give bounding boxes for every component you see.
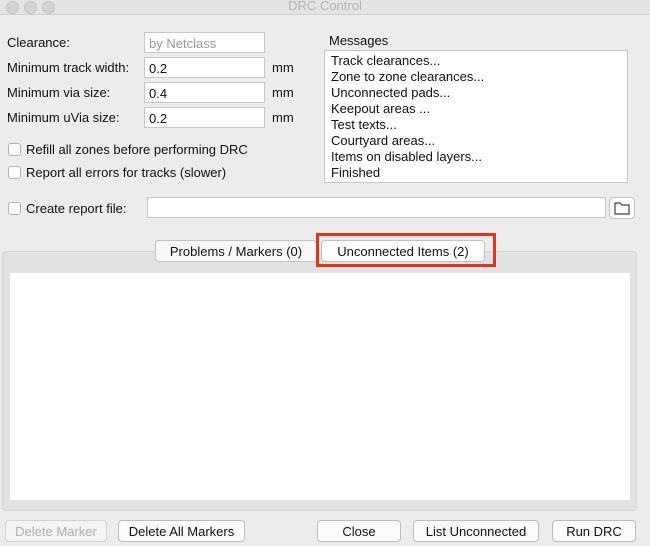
message-line: Unconnected pads... <box>331 85 451 100</box>
message-line: Zone to zone clearances... <box>331 69 485 84</box>
min-uvia-size-label: Minimum uVia size: <box>7 110 120 125</box>
min-track-width-label: Minimum track width: <box>7 60 130 75</box>
refill-zones-checkbox[interactable] <box>8 143 21 156</box>
window-title: DRC Control <box>288 0 362 13</box>
list-unconnected-button[interactable]: List Unconnected <box>413 520 539 542</box>
tab-problems-markers[interactable]: Problems / Markers (0) <box>155 240 317 262</box>
min-via-size-unit: mm <box>272 85 294 100</box>
message-line: Courtyard areas... <box>331 133 436 148</box>
refill-zones-label[interactable]: Refill all zones before performing DRC <box>26 142 248 157</box>
report-all-errors-label[interactable]: Report all errors for tracks (slower) <box>26 165 226 180</box>
clearance-field: by Netclass <box>144 32 265 53</box>
min-uvia-size-unit: mm <box>272 110 294 125</box>
messages-label: Messages <box>329 33 389 48</box>
title-bar: DRC Control <box>0 0 650 15</box>
min-uvia-size-input[interactable]: 0.2 <box>144 107 265 128</box>
browse-report-file-button[interactable] <box>609 197 635 219</box>
messages-list[interactable]: Track clearances... Zone to zone clearan… <box>324 50 628 183</box>
delete-all-markers-button[interactable]: Delete All Markers <box>118 520 245 542</box>
create-report-label[interactable]: Create report file: <box>26 201 126 216</box>
unconnected-items-list[interactable] <box>10 273 630 500</box>
message-line: Items on disabled layers... <box>331 149 483 164</box>
message-line: Test texts... <box>331 117 397 132</box>
message-line: Keepout areas ... <box>331 101 431 116</box>
tab-highlight-box <box>316 233 496 267</box>
run-drc-button[interactable]: Run DRC <box>552 520 636 542</box>
min-track-width-unit: mm <box>272 60 294 75</box>
min-via-size-input[interactable]: 0.4 <box>144 82 265 103</box>
message-line: Track clearances... <box>331 53 441 68</box>
min-track-width-input[interactable]: 0.2 <box>144 57 265 78</box>
folder-icon <box>614 202 630 215</box>
message-line: Finished <box>331 165 381 180</box>
close-button[interactable]: Close <box>317 520 401 542</box>
report-all-errors-checkbox[interactable] <box>8 166 21 179</box>
min-via-size-label: Minimum via size: <box>7 85 111 100</box>
clearance-label: Clearance: <box>7 35 70 50</box>
create-report-checkbox[interactable] <box>8 202 21 215</box>
delete-marker-button[interactable]: Delete Marker <box>5 520 107 542</box>
report-file-input[interactable] <box>147 197 606 218</box>
